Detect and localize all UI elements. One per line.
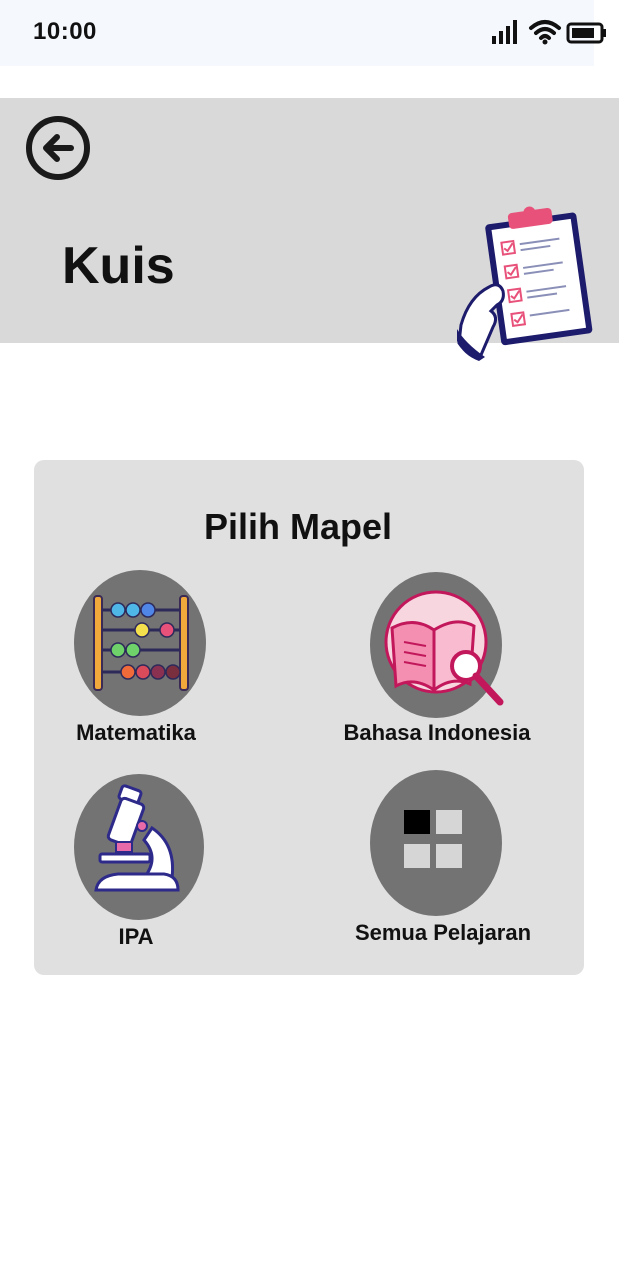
subject-bahasa-indonesia[interactable]: Bahasa Indonesia xyxy=(330,570,550,750)
subject-label: IPA xyxy=(118,924,154,949)
subject-circle xyxy=(74,774,204,920)
back-arrow-icon xyxy=(26,116,90,180)
back-button[interactable] xyxy=(25,115,91,181)
status-time: 10:00 xyxy=(33,18,97,45)
battery-icon xyxy=(566,22,606,44)
subject-semua-pelajaran[interactable]: Semua Pelajaran xyxy=(340,770,550,950)
status-icons xyxy=(490,18,610,48)
wifi-icon xyxy=(529,20,561,45)
microscope-icon xyxy=(94,784,180,892)
subject-matematika[interactable]: Matematika xyxy=(60,570,220,750)
status-bar: 10:00 xyxy=(0,0,606,66)
abacus-icon xyxy=(93,595,189,691)
page-title: Kuis xyxy=(62,237,175,295)
book-magnifier-icon xyxy=(384,590,504,706)
subject-circle xyxy=(370,770,502,916)
subject-panel-title: Pilih Mapel xyxy=(203,506,393,547)
subject-label: Matematika xyxy=(76,720,196,745)
signal-icon xyxy=(492,20,517,44)
subject-ipa[interactable]: IPA xyxy=(60,774,220,954)
subject-circle xyxy=(74,570,206,716)
subject-circle xyxy=(370,572,504,718)
clipboard-checklist-illustration xyxy=(455,205,600,365)
subject-label: Bahasa Indonesia xyxy=(343,720,531,745)
grid-icon xyxy=(404,810,462,868)
subject-label: Semua Pelajaran xyxy=(354,920,532,945)
